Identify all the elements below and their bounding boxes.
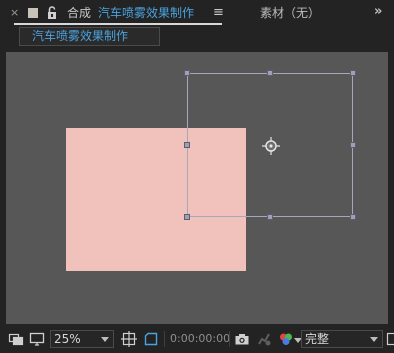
transform-handle-top-right[interactable]: [350, 70, 356, 76]
show-snapshot-icon[interactable]: [256, 331, 272, 347]
panel-menu-icon[interactable]: ≡: [213, 4, 225, 22]
chevron-down-icon: [101, 337, 109, 342]
tab-footage[interactable]: 素材（无）: [260, 4, 320, 22]
active-tab-underline: [14, 23, 222, 25]
monitor-icon[interactable]: [29, 331, 45, 347]
tab-composition-name[interactable]: 汽车喷雾效果制作: [98, 4, 194, 22]
label-color-swatch[interactable]: [28, 8, 38, 18]
transform-handle-bottom-center[interactable]: [267, 214, 273, 220]
overflow-menu-icon[interactable]: »: [374, 3, 390, 21]
transform-handle-bottom-left[interactable]: [184, 214, 190, 220]
resolution-dropdown[interactable]: 完整: [301, 330, 383, 348]
toolbar-divider: [229, 331, 230, 347]
lock-icon[interactable]: [45, 5, 59, 21]
transform-handle-top-left[interactable]: [184, 70, 190, 76]
panel-tab-bar: × 合成 汽车喷雾效果制作 ≡ 素材（无） »: [0, 0, 394, 27]
transform-handle-top-center[interactable]: [267, 70, 273, 76]
current-time-display[interactable]: 0:00:00:00: [170, 330, 230, 348]
zoom-value: 25%: [54, 332, 81, 346]
breadcrumb[interactable]: 汽车喷雾效果制作: [19, 27, 160, 46]
breadcrumb-bar: 汽车喷雾效果制作: [0, 27, 394, 49]
region-of-interest-icon[interactable]: [143, 331, 159, 347]
close-tab-icon[interactable]: ×: [10, 6, 20, 20]
toolbar-divider: [164, 331, 165, 347]
resolution-value: 完整: [305, 332, 330, 346]
chevron-down-icon: [370, 337, 378, 342]
fast-preview-icon[interactable]: [386, 331, 394, 347]
viewer-toolbar: 25% 0:00:00:00 完整: [0, 326, 394, 353]
color-channels-icon[interactable]: [278, 331, 294, 347]
composition-viewer[interactable]: [6, 52, 388, 324]
anchor-point-icon[interactable]: [261, 136, 281, 156]
transform-handle-middle-left[interactable]: [184, 142, 190, 148]
transform-handle-bottom-right[interactable]: [350, 214, 356, 220]
tab-composition-prefix[interactable]: 合成: [67, 4, 91, 22]
composition-panel: × 合成 汽车喷雾效果制作 ≡ 素材（无） » 汽车喷雾效果制作 25% 0:0…: [0, 0, 394, 353]
transform-handle-middle-right[interactable]: [350, 142, 356, 148]
zoom-dropdown[interactable]: 25%: [50, 330, 114, 348]
camera-icon[interactable]: [234, 331, 250, 347]
mask-view-icon[interactable]: [8, 331, 24, 347]
breadcrumb-comp-name: 汽车喷雾效果制作: [32, 29, 129, 43]
grid-guides-icon[interactable]: [121, 331, 137, 347]
